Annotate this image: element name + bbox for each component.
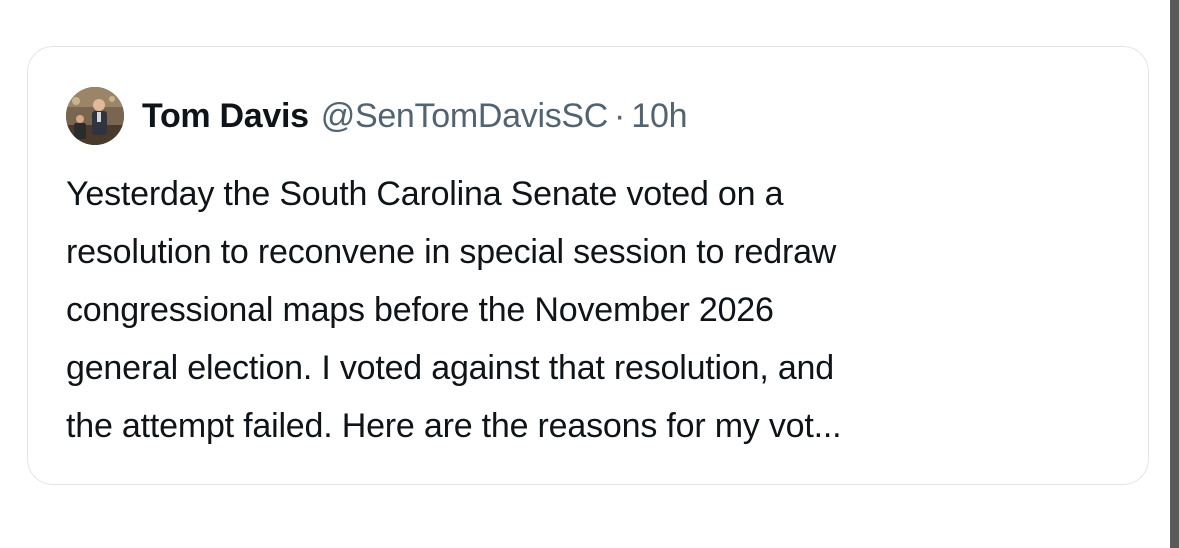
scrollbar-edge — [1170, 0, 1179, 548]
separator-dot: · — [614, 96, 626, 135]
tweet-text-line: resolution to reconvene in special sessi… — [66, 233, 837, 271]
avatar[interactable] — [66, 87, 124, 145]
tweet-header: Tom Davis @SenTomDavisSC · 10h — [66, 87, 687, 145]
tweet-text-line: congressional maps before the November 2… — [66, 291, 774, 329]
quoted-tweet-card[interactable]: Tom Davis @SenTomDavisSC · 10h Yesterday… — [27, 46, 1149, 485]
timestamp-link[interactable]: 10h — [631, 97, 687, 136]
tweet-text-line: the attempt failed. Here are the reasons… — [66, 407, 842, 445]
tweet-text-line: general election. I voted against that r… — [66, 349, 834, 387]
tweet-text: Yesterday the South Carolina Senate vote… — [66, 165, 1128, 455]
tweet-text-line: Yesterday the South Carolina Senate vote… — [66, 175, 784, 213]
author-handle[interactable]: @SenTomDavisSC — [321, 97, 609, 136]
profile-photo-icon — [66, 87, 124, 145]
author-name[interactable]: Tom Davis — [142, 97, 309, 136]
